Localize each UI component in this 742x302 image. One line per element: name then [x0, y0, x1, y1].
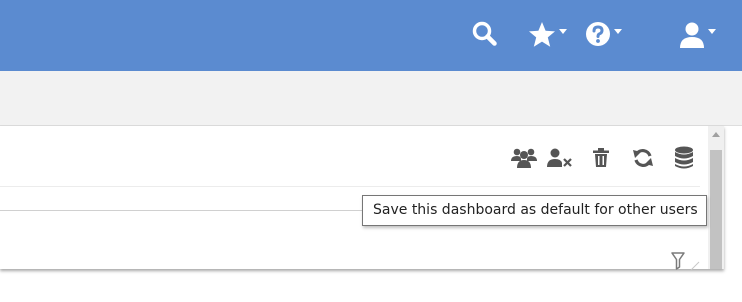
refresh-icon[interactable]: [632, 147, 654, 174]
filter-icon[interactable]: [671, 252, 685, 275]
star-dropdown-caret-icon[interactable]: [559, 29, 567, 34]
panel-divider: [0, 186, 700, 187]
star-icon[interactable]: [528, 21, 556, 53]
scrollbar-thumb[interactable]: [710, 150, 722, 269]
resize-grip-icon[interactable]: [690, 258, 700, 271]
search-icon[interactable]: [472, 21, 498, 52]
remove-user-icon[interactable]: [547, 148, 573, 173]
database-icon[interactable]: [674, 146, 694, 175]
help-icon[interactable]: [585, 21, 611, 52]
top-navigation-bar: [0, 0, 742, 71]
scroll-up-arrow-icon[interactable]: [712, 132, 720, 137]
user-icon[interactable]: [679, 21, 705, 53]
trash-icon[interactable]: [592, 147, 610, 173]
secondary-bar: [0, 71, 742, 126]
vertical-scrollbar[interactable]: [708, 126, 724, 269]
save-default-tooltip: Save this dashboard as default for other…: [362, 195, 707, 226]
users-group-icon[interactable]: [510, 147, 538, 174]
user-dropdown-caret-icon[interactable]: [708, 29, 716, 34]
help-dropdown-caret-icon[interactable]: [614, 29, 622, 34]
